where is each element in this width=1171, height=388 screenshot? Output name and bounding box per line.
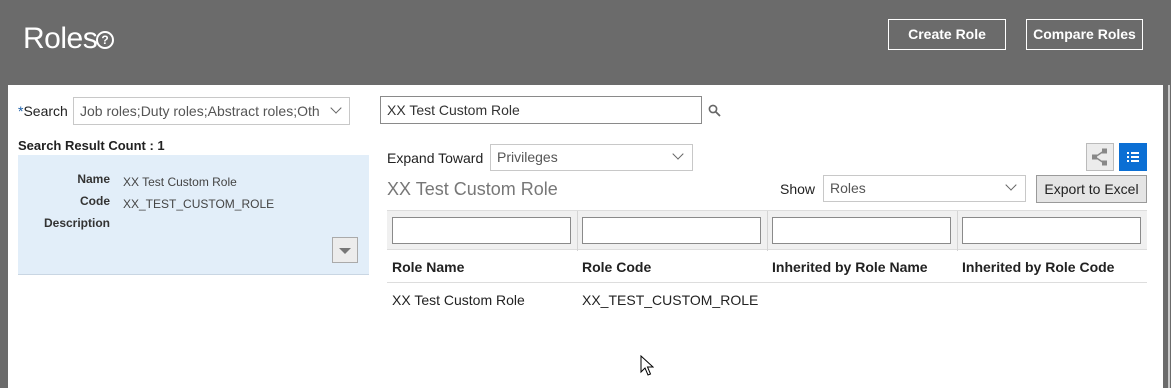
compare-roles-button[interactable]: Compare Roles (1026, 19, 1143, 50)
role-name-filter-input[interactable] (392, 217, 571, 244)
show-select[interactable]: Roles (823, 175, 1026, 202)
help-icon[interactable]: ? (96, 31, 114, 49)
table-cell-role-code[interactable]: XX_TEST_CUSTOM_ROLE (582, 292, 758, 308)
inherited-role-name-filter-input[interactable] (772, 217, 951, 244)
scrollbar[interactable] (1168, 85, 1170, 388)
inherited-role-code-filter-input[interactable] (962, 217, 1141, 244)
selected-role-heading: XX Test Custom Role (387, 179, 558, 199)
column-filter-row (387, 210, 1147, 251)
triangle-down-icon (339, 248, 351, 254)
left-frame-edge (0, 85, 8, 388)
page-header: Roles ? Create Role Compare Roles (0, 0, 1171, 85)
description-label: Description (43, 216, 110, 230)
search-result-card[interactable]: Name XX Test Custom Role Code XX_TEST_CU… (18, 155, 369, 275)
table-header-divider (387, 282, 1147, 283)
search-icon[interactable] (708, 104, 721, 117)
page-title: Roles (23, 22, 98, 55)
table-cell-role-name[interactable]: XX Test Custom Role (392, 292, 525, 308)
show-label: Show (780, 181, 816, 197)
create-role-button[interactable]: Create Role (888, 19, 1006, 50)
search-result-count: Search Result Count : 1 (18, 138, 165, 153)
code-label: Code (80, 194, 110, 208)
graph-view-button[interactable] (1086, 143, 1114, 171)
expand-toward-label: Expand Toward (387, 150, 484, 166)
list-view-icon (1127, 152, 1139, 162)
column-separator (957, 211, 958, 251)
column-header-role-name[interactable]: Role Name (392, 259, 464, 275)
list-view-button[interactable] (1119, 143, 1147, 171)
column-separator (577, 211, 578, 251)
column-header-inherited-role-code[interactable]: Inherited by Role Code (962, 259, 1114, 275)
search-label: *Search (18, 103, 68, 119)
role-code-filter-input[interactable] (582, 217, 761, 244)
graph-view-icon (1092, 148, 1107, 166)
role-types-value: Job roles;Duty roles;Abstract roles;Oth (80, 103, 320, 119)
code-value: XX_TEST_CUSTOM_ROLE (123, 197, 275, 211)
name-label: Name (77, 172, 110, 186)
search-label-text: Search (23, 103, 68, 119)
expand-toward-select[interactable]: Privileges (490, 144, 693, 171)
export-to-excel-button[interactable]: Export to Excel (1036, 175, 1147, 203)
role-types-select[interactable]: Job roles;Duty roles;Abstract roles;Oth (73, 97, 350, 125)
role-keyword-input[interactable]: XX Test Custom Role (380, 96, 702, 124)
mouse-cursor-icon (640, 355, 654, 376)
card-dropdown-button[interactable] (332, 237, 358, 263)
column-separator (767, 211, 768, 251)
column-header-inherited-role-name[interactable]: Inherited by Role Name (772, 259, 928, 275)
name-value: XX Test Custom Role (123, 175, 237, 189)
column-header-role-code[interactable]: Role Code (582, 259, 651, 275)
